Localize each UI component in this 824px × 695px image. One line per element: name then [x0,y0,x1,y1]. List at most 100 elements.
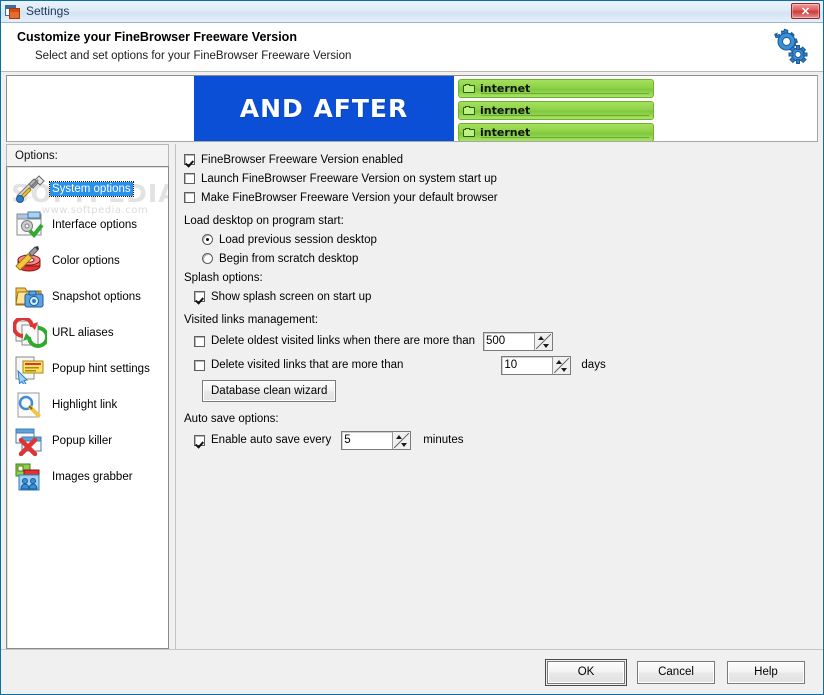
minutes-unit-label: minutes [423,434,464,446]
sidebar-item-label: Images grabber [52,471,133,483]
sidebar-item-label: Color options [52,255,120,267]
checkbox-startup-label: Launch FineBrowser Freeware Version on s… [201,172,497,185]
system-options-panel: FineBrowser Freeware Version enabled Lau… [175,144,818,649]
checkbox-row-splash[interactable]: Show splash screen on start up [184,287,818,306]
sidebar-item-highlight-link[interactable]: Highlight link [7,387,168,423]
settings-window: Settings ✕ Customize your FineBrowser Fr… [0,0,824,695]
banner-green-row: internet [458,79,654,98]
spinner-delete-oldest-buttons[interactable] [534,332,553,350]
promo-banner-area: AND AFTER internet internet internet [1,72,823,144]
popup-hint-icon [13,354,47,386]
banner-green-label: internet [480,82,531,95]
load-desktop-title-text: Load desktop on program start: [184,214,344,227]
paint-brush-icon [13,246,47,276]
days-unit-label: days [581,359,606,371]
load-desktop-title: Load desktop on program start: [184,211,818,230]
splash-options-title: Splash options: [184,268,818,287]
banner-blue-block: AND AFTER [194,76,454,141]
options-sidebar: Options: SOFTPEDIA www.softpedia.com [6,144,169,649]
camera-folder-icon [13,282,47,312]
spinner-auto-save-buttons[interactable] [392,431,411,449]
checkbox-delete-older-than-label: Delete visited links that are more than [211,359,404,371]
visited-links-title-text: Visited links management: [184,313,319,326]
sidebar-item-label: Snapshot options [52,291,141,303]
checkbox-default-browser[interactable] [184,192,195,203]
auto-save-title-text: Auto save options: [184,412,279,425]
folder-icon [463,105,476,116]
banner-blue-text: AND AFTER [239,94,409,123]
refresh-arrows-icon [12,316,49,348]
spinner-delete-older-than[interactable] [501,355,572,375]
sidebar-item-label: Interface options [52,219,138,231]
checkbox-row-enabled[interactable]: FineBrowser Freeware Version enabled [184,150,818,169]
radio-begin-from-scratch[interactable] [202,253,213,264]
page-subtitle: Select and set options for your FineBrow… [35,50,352,62]
spinner-delete-oldest[interactable] [483,331,554,351]
options-header: Options: [6,144,169,166]
radio-row-begin-scratch[interactable]: Begin from scratch desktop [184,249,818,268]
sidebar-item-label: Popup hint settings [52,363,150,375]
banner-green-label: internet [480,126,531,139]
spinner-auto-save-input[interactable] [342,431,393,449]
checkbox-default-browser-label: Make FineBrowser Freeware Version your d… [201,191,498,204]
checkbox-row-startup[interactable]: Launch FineBrowser Freeware Version on s… [184,169,818,188]
gears-icon [767,28,809,68]
window-x-icon [13,426,47,457]
splash-options-title-text: Splash options: [184,271,263,284]
sidebar-item-url-aliases[interactable]: URL aliases [7,315,168,351]
checkbox-auto-save-label: Enable auto save every [211,434,332,446]
sidebar-item-label: URL aliases [52,327,114,339]
row-database-wizard: Database clean wizard [184,377,818,405]
sidebar-item-label: System options [49,181,134,197]
checkbox-auto-save[interactable] [194,434,205,446]
row-auto-save[interactable]: Enable auto save every minutes [184,428,818,452]
title-bar: Settings ✕ [1,1,823,23]
window-gear-check-icon [13,210,47,240]
sidebar-item-label: Highlight link [52,399,118,411]
row-delete-older-than[interactable]: Delete visited links that are more than … [184,353,818,377]
help-button[interactable]: Help [727,660,805,684]
database-clean-wizard-button[interactable]: Database clean wizard [202,380,337,402]
magnifier-icon [13,390,47,420]
folder-icon [463,127,476,138]
ok-button[interactable]: OK [545,658,627,686]
banner-green-list: internet internet internet [456,76,654,141]
dialog-footer: OK Cancel Help [1,649,823,694]
row-delete-oldest[interactable]: Delete oldest visited links when there a… [184,329,818,353]
options-list[interactable]: SOFTPEDIA www.softpedia.com [6,166,169,649]
checkbox-row-default-browser[interactable]: Make FineBrowser Freeware Version your d… [184,188,818,207]
sidebar-item-popup-killer[interactable]: Popup killer [7,423,168,459]
checkbox-delete-oldest[interactable] [194,335,205,347]
checkbox-delete-older-than[interactable] [194,359,205,371]
checkbox-startup[interactable] [184,173,195,184]
sidebar-item-label: Popup killer [52,435,113,447]
checkbox-show-splash[interactable] [194,291,205,302]
sidebar-item-interface-options[interactable]: Interface options [7,207,168,243]
close-icon[interactable]: ✕ [791,3,820,19]
banner-green-row: internet [458,123,654,141]
windows-stack-icon [5,4,21,19]
radio-begin-scratch-label: Begin from scratch desktop [219,252,359,265]
spinner-auto-save[interactable] [341,430,412,450]
folder-icon [463,83,476,94]
settings-body: Options: SOFTPEDIA www.softpedia.com [1,144,823,649]
spinner-delete-older-than-buttons[interactable] [552,356,571,374]
checkbox-enabled[interactable] [184,154,195,165]
banner-green-row: internet [458,101,654,120]
radio-row-load-previous[interactable]: Load previous session desktop [184,230,818,249]
sidebar-item-system-options[interactable]: System options [7,171,168,207]
radio-load-previous-session[interactable] [202,234,213,245]
spinner-delete-older-than-input[interactable] [502,356,553,374]
sidebar-item-popup-hint-settings[interactable]: Popup hint settings [7,351,168,387]
visited-links-title: Visited links management: [184,310,818,329]
banner-green-label: internet [480,104,531,117]
sidebar-item-color-options[interactable]: Color options [7,243,168,279]
sidebar-item-snapshot-options[interactable]: Snapshot options [7,279,168,315]
cancel-button[interactable]: Cancel [637,660,715,684]
checkbox-delete-oldest-label: Delete oldest visited links when there a… [211,335,476,347]
radio-load-previous-label: Load previous session desktop [219,233,377,246]
sidebar-item-images-grabber[interactable]: Images grabber [7,459,168,495]
window-title: Settings [26,4,70,18]
spinner-delete-oldest-input[interactable] [484,332,535,350]
promo-banner: AND AFTER internet internet internet [6,75,818,142]
